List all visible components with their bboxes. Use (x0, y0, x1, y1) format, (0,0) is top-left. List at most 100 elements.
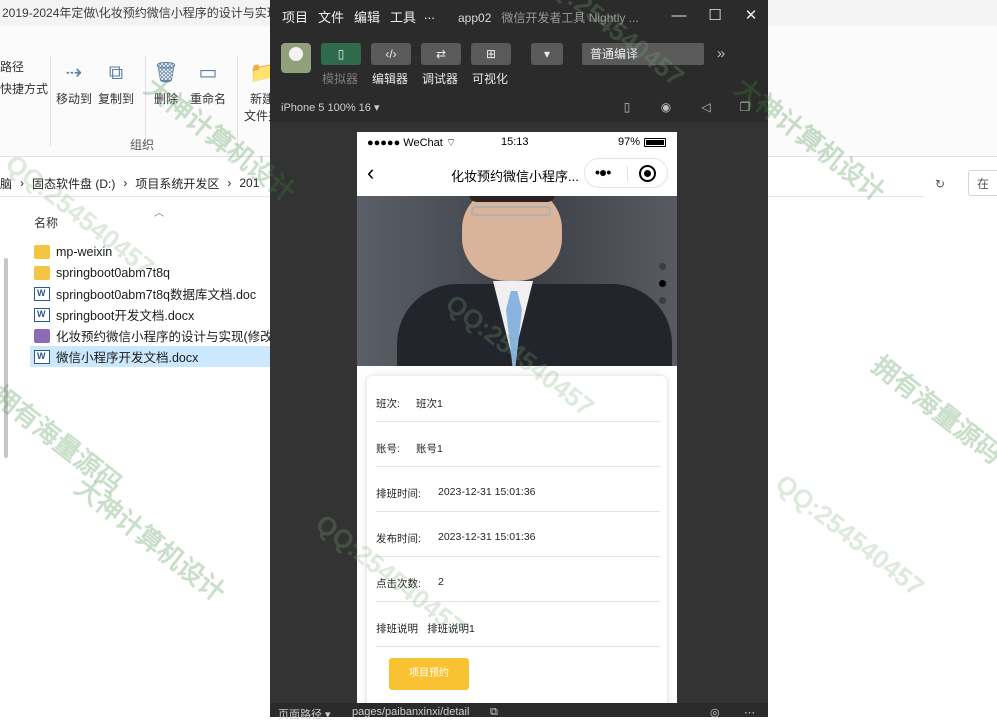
page-path-toggle[interactable]: 页面路径 ▾ (278, 706, 331, 722)
compile-dropdown-button[interactable]: ▾ (531, 43, 563, 65)
folder-copy-icon: ⧉ (108, 62, 124, 84)
status-time: 15:13 (501, 136, 529, 148)
carrier-label: ●●●●● WeChat ⌔ (367, 136, 456, 150)
field-publish-time: 发布时间: 2023-12-31 15:01:36 (376, 511, 660, 557)
delete-button[interactable]: 🗑 删除 (153, 60, 179, 107)
layout-icon: ⊞ (485, 47, 497, 61)
carousel-dot[interactable] (659, 297, 666, 304)
breadcrumb-segment[interactable]: 脑 (0, 175, 12, 192)
minimize-icon[interactable]: — (668, 6, 690, 26)
more-actions-icon[interactable]: » (710, 44, 732, 64)
list-item[interactable]: springboot0abm7t8q (30, 262, 270, 283)
rename-button[interactable]: ▭ 重命名 (190, 60, 226, 107)
phone-icon: ▯ (337, 47, 345, 61)
field-account: 账号: 账号1 (376, 421, 660, 467)
debugger-label: 调试器 (422, 72, 459, 86)
avatar[interactable] (281, 43, 311, 73)
folder-icon (34, 265, 50, 280)
more-dots-icon[interactable]: •●• (595, 164, 611, 180)
field-click-count: 点击次数: 2 (376, 556, 660, 602)
refresh-icon[interactable]: ↻ (930, 174, 950, 194)
record-icon[interactable]: ◉ (658, 99, 674, 115)
debugger-toggle[interactable]: ⇄ (421, 43, 461, 65)
window-icon[interactable]: ❐ (737, 99, 753, 115)
visual-label: 可视化 (472, 72, 509, 86)
more-dots-icon[interactable]: ⋯ (744, 706, 755, 719)
field-label: 发布时间: (376, 533, 421, 545)
archive-icon (34, 328, 50, 343)
simulator-subbar: iPhone 5 100% 16 ▾ ▯ ◉ ◁ ❐ (270, 94, 768, 123)
simulator-label: 模拟器 (322, 72, 359, 86)
page-path: pages/paibanxinxi/detail (352, 706, 470, 718)
list-item[interactable]: 化妆预约微信小程序的设计与实现(修改4 (30, 325, 280, 346)
menu-tools[interactable]: 工具 (390, 7, 416, 26)
list-item[interactable]: mp-weixin (30, 241, 270, 262)
back-arrow-icon[interactable]: ‹ (367, 162, 374, 184)
sliders-icon: ⇄ (435, 47, 447, 61)
compile-mode-select[interactable]: 普通编译 (582, 43, 704, 65)
ribbon-divider (50, 56, 51, 146)
banner-hair (469, 196, 555, 202)
move-to-button[interactable]: ⇢ 移动到 (56, 60, 92, 107)
devtools-titlebar: 项目 文件 编辑 工具 ... app02 微信开发者工具 Nightly ...… (270, 0, 768, 32)
search-input[interactable]: 在 (968, 170, 997, 196)
ribbon-paste-path[interactable]: 路径 (0, 58, 24, 75)
editor-toggle[interactable]: ‹/› (371, 43, 411, 65)
visual-toggle[interactable]: ⊞ (471, 43, 511, 65)
file-name: 化妆预约微信小程序的设计与实现(修改4 (56, 330, 280, 344)
breadcrumb-separator-icon: › (20, 176, 25, 190)
carousel-dot-active[interactable] (659, 280, 666, 287)
devtools-toolbar: ▯ 模拟器 ‹/› 编辑器 ⇄ 调试器 ⊞ 可视化 ▾ 普通编译 » (270, 32, 768, 95)
code-icon: ‹/› (385, 47, 397, 61)
detail-card: 班次: 班次1 账号: 账号1 排班时间: 2023-12-31 15:01:3… (367, 376, 667, 705)
close-target-icon[interactable] (639, 165, 656, 182)
breadcrumb-segment[interactable]: 固态软件盘 (D:) (32, 175, 115, 192)
rename-label: 重命名 (190, 92, 227, 106)
breadcrumb-segment[interactable]: 项目系统开发区 (135, 175, 219, 192)
maximize-icon[interactable]: ☐ (704, 6, 726, 26)
close-icon[interactable]: ✕ (740, 6, 762, 26)
list-item[interactable]: springboot开发文档.docx (30, 304, 270, 325)
ribbon-paste-shortcut[interactable]: 快捷方式 (0, 80, 48, 97)
devtools-title-text: 微信开发者工具 Nightly ... (501, 11, 639, 25)
wifi-icon: ⌔ (445, 137, 457, 149)
carousel-dot[interactable] (659, 263, 666, 270)
breadcrumb-segment[interactable]: 201 (239, 176, 259, 190)
devtools-title: app02 微信开发者工具 Nightly ... (458, 9, 639, 26)
simulator-stage: ●●●●● WeChat ⌔ 15:13 97% ‹ 化妆预约微信小程序... … (270, 122, 768, 705)
banner-glasses (471, 206, 551, 216)
list-item[interactable]: 微信小程序开发文档.docx (30, 346, 270, 367)
eye-icon[interactable]: ◎ (710, 706, 720, 719)
book-project-button[interactable]: 项目预约 (389, 658, 469, 690)
column-header-name[interactable]: 名称 (34, 214, 58, 231)
file-name: springboot0abm7t8q数据库文档.doc (56, 288, 257, 302)
copy-to-button[interactable]: ⧉ 复制到 (98, 60, 134, 107)
capsule-divider (627, 166, 628, 181)
field-schedule-time: 排班时间: 2023-12-31 15:01:36 (376, 466, 660, 512)
menu-file[interactable]: 文件 (318, 7, 344, 26)
banner-image[interactable] (357, 196, 677, 366)
field-shift: 班次: 班次1 (376, 376, 660, 422)
field-value: 排班说明1 (427, 623, 475, 635)
phone-nav-bar: ‹ 化妆预约微信小程序... •●• (357, 154, 677, 196)
breadcrumb-separator-icon: › (227, 176, 232, 190)
menu-more[interactable]: ... (424, 7, 435, 22)
field-label: 班次: (376, 398, 400, 410)
delete-label: 删除 (153, 92, 178, 106)
battery-icon (644, 138, 666, 147)
app-name: app02 (458, 11, 492, 25)
ribbon-paste-shortcut-label: 快捷方式 (0, 82, 49, 96)
menu-edit[interactable]: 编辑 (354, 7, 380, 26)
scrollbar[interactable] (4, 258, 8, 458)
volume-icon[interactable]: ◁ (698, 99, 714, 115)
copy-icon[interactable]: ⧉ (490, 706, 498, 719)
device-selector[interactable]: iPhone 5 100% 16 ▾ (281, 101, 379, 114)
menu-project[interactable]: 项目 (282, 7, 308, 26)
field-value: 2023-12-31 15:01:36 (438, 531, 536, 543)
list-item[interactable]: springboot0abm7t8q数据库文档.doc (30, 283, 270, 304)
simulator-toggle[interactable]: ▯ (321, 43, 361, 65)
phone-outline-icon[interactable]: ▯ (619, 99, 635, 115)
carrier-text: ●●●●● WeChat (367, 137, 443, 149)
field-label: 账号: (376, 443, 400, 455)
field-value: 2 (438, 576, 444, 588)
